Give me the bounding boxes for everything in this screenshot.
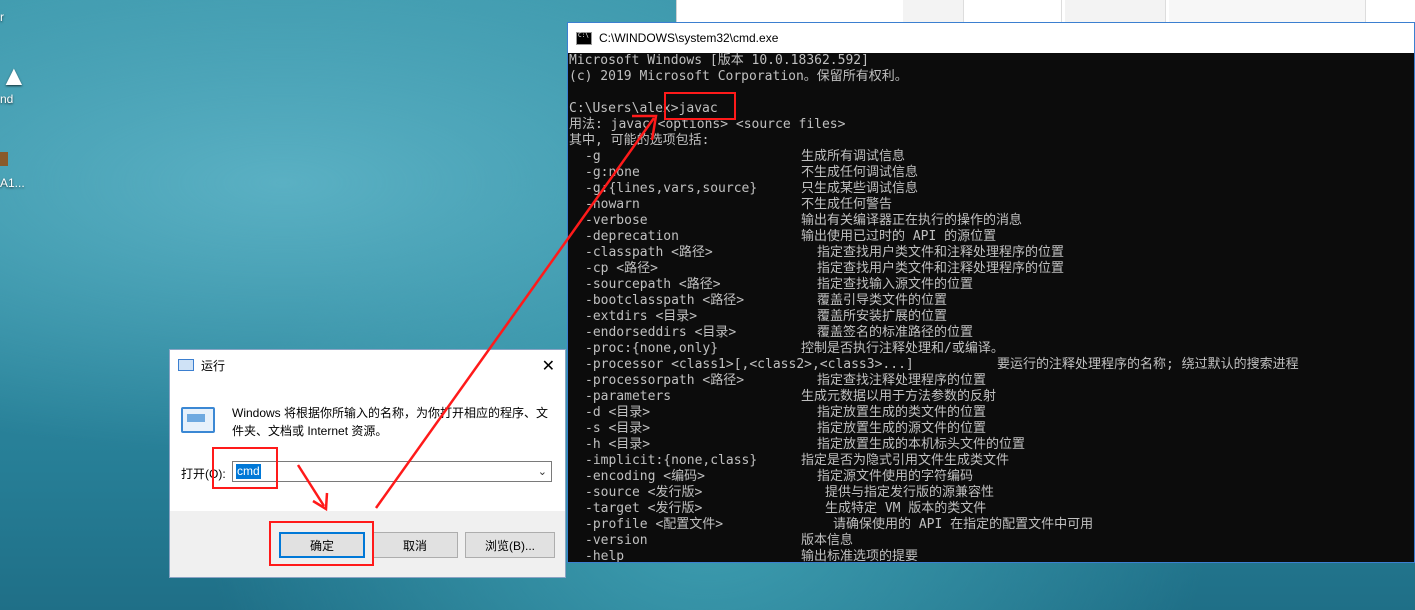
arrow-line-to-javac: [374, 117, 656, 509]
annotation-arrows: [296, 114, 658, 512]
arrow-line-to-ok: [296, 464, 326, 507]
